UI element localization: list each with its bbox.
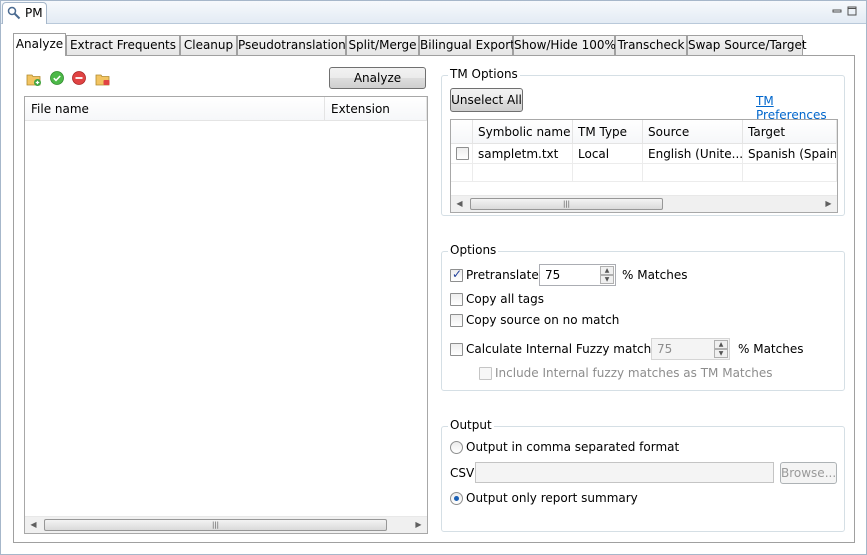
empty-cell (573, 164, 643, 182)
internal-fuzzy-suffix: % Matches (738, 342, 804, 356)
column-header-symbolic-name[interactable]: Symbolic name (473, 120, 573, 144)
check-mark-icon: ✓ (452, 267, 463, 281)
analyze-button[interactable]: Analyze (329, 67, 426, 89)
tab-transcheck[interactable]: Transcheck (615, 35, 687, 55)
tab-swap-source-target[interactable]: Swap Source/Target (687, 35, 807, 55)
pretranslate-suffix: % Matches (622, 268, 688, 282)
column-header-target[interactable]: Target (743, 120, 837, 144)
options-title: Options (448, 243, 499, 257)
tm-row-checkbox[interactable] (456, 147, 469, 160)
empty-cell (473, 164, 573, 182)
scroll-left-icon[interactable]: ◀ (25, 517, 42, 533)
radio-selected-dot (454, 496, 459, 501)
scroll-right-icon[interactable]: ▶ (820, 196, 837, 212)
view-title-bar: PM (1, 1, 866, 24)
csv-path-field[interactable] (475, 462, 774, 483)
internal-fuzzy-spinner[interactable]: 75 ▲ ▼ (651, 338, 730, 360)
spin-down-icon[interactable]: ▼ (600, 275, 614, 284)
pretranslate-checkbox[interactable]: ✓ (450, 267, 463, 282)
minimize-icon[interactable] (832, 6, 842, 16)
spin-down-icon[interactable]: ▼ (714, 349, 728, 358)
copy-source-label: Copy source on no match (466, 313, 620, 327)
tm-options-group: TM Options Unselect All TM Preferences S… (441, 67, 845, 216)
tm-table-horizontal-scrollbar[interactable]: ◀ ||| ▶ (451, 195, 837, 212)
file-table-horizontal-scrollbar[interactable]: ◀ ||| ▶ (25, 516, 427, 533)
report-summary-radio[interactable] (450, 492, 463, 505)
view-tab-pm[interactable]: PM (2, 2, 47, 24)
view-tab-label: PM (25, 6, 43, 20)
application-window: PM Analyze Extract Frequents Cleanup Pse… (0, 0, 867, 555)
include-fuzzy-label: Include Internal fuzzy matches as TM Mat… (495, 366, 773, 380)
internal-fuzzy-value: 75 (657, 342, 673, 356)
file-table[interactable]: File name Extension ◀ ||| ▶ (24, 96, 428, 534)
empty-cell (451, 164, 473, 182)
accept-icon[interactable] (49, 70, 65, 86)
scroll-right-icon[interactable]: ▶ (410, 517, 427, 533)
spin-up-icon[interactable]: ▲ (600, 266, 614, 275)
tm-row-tm-type: Local (573, 144, 643, 164)
output-title: Output (448, 418, 494, 432)
tab-pseudotranslation[interactable]: Pseudotranslation (237, 35, 346, 55)
empty-cell (743, 164, 837, 182)
tab-cleanup[interactable]: Cleanup (180, 35, 237, 55)
scrollbar-thumb[interactable]: ||| (44, 519, 387, 531)
csv-format-label: Output in comma separated format (466, 440, 680, 454)
column-header-extension[interactable]: Extension (325, 97, 427, 121)
tab-bilingual-export[interactable]: Bilingual Export (419, 35, 515, 55)
csv-format-radio[interactable] (450, 441, 463, 454)
spin-up-icon[interactable]: ▲ (714, 340, 728, 349)
tm-row-symbolic-name: sampletm.txt (473, 144, 573, 164)
copy-source-checkbox[interactable] (450, 314, 463, 327)
tab-analyze[interactable]: Analyze (13, 33, 66, 56)
options-group: Options ✓ Pretranslate 75 ▲ ▼ % Matches … (441, 243, 845, 391)
pretranslate-spinner[interactable]: 75 ▲ ▼ (539, 264, 616, 286)
tm-preferences-link[interactable]: TM Preferences (756, 94, 844, 122)
add-folder-icon[interactable] (26, 71, 42, 87)
pretranslate-value: 75 (545, 268, 561, 282)
tm-row-source: English (Unite... (643, 144, 743, 164)
empty-cell (643, 164, 743, 182)
column-header-file-name[interactable]: File name (25, 97, 325, 121)
clear-folder-icon[interactable] (95, 71, 111, 87)
browse-button[interactable]: Browse... (780, 462, 837, 484)
report-summary-label: Output only report summary (466, 491, 638, 505)
unselect-all-button[interactable]: Unselect All (450, 88, 523, 112)
tm-options-title: TM Options (448, 67, 520, 81)
internal-fuzzy-label: Calculate Internal Fuzzy matches (466, 342, 665, 356)
column-header-select[interactable] (451, 120, 473, 144)
column-header-tm-type[interactable]: TM Type (573, 120, 643, 144)
output-group: Output Output in comma separated format … (441, 418, 845, 532)
include-fuzzy-checkbox[interactable] (479, 367, 492, 380)
scrollbar-thumb[interactable]: ||| (470, 198, 663, 210)
internal-fuzzy-checkbox[interactable] (450, 343, 463, 356)
column-header-source[interactable]: Source (643, 120, 743, 144)
pretranslate-label: Pretranslate (466, 268, 539, 282)
copy-all-tags-checkbox[interactable] (450, 293, 463, 306)
copy-all-tags-label: Copy all tags (466, 292, 545, 306)
tm-row-target: Spanish (Spain) (743, 144, 837, 164)
tab-extract-frequents[interactable]: Extract Frequents (66, 35, 180, 55)
analyze-panel: Analyze File name Extension ◀ ||| ▶ TM O… (13, 55, 855, 543)
remove-icon[interactable] (71, 70, 87, 86)
table-row-select-cell (451, 144, 473, 164)
tab-show-hide-100[interactable]: Show/Hide 100% (513, 35, 616, 55)
csv-label: CSV (450, 466, 475, 480)
tm-table[interactable]: Symbolic name TM Type Source Target samp… (450, 119, 838, 213)
tab-split-merge[interactable]: Split/Merge (346, 35, 419, 55)
maximize-icon[interactable] (847, 6, 857, 16)
scroll-left-icon[interactable]: ◀ (451, 196, 468, 212)
pm-view-icon (7, 6, 21, 20)
